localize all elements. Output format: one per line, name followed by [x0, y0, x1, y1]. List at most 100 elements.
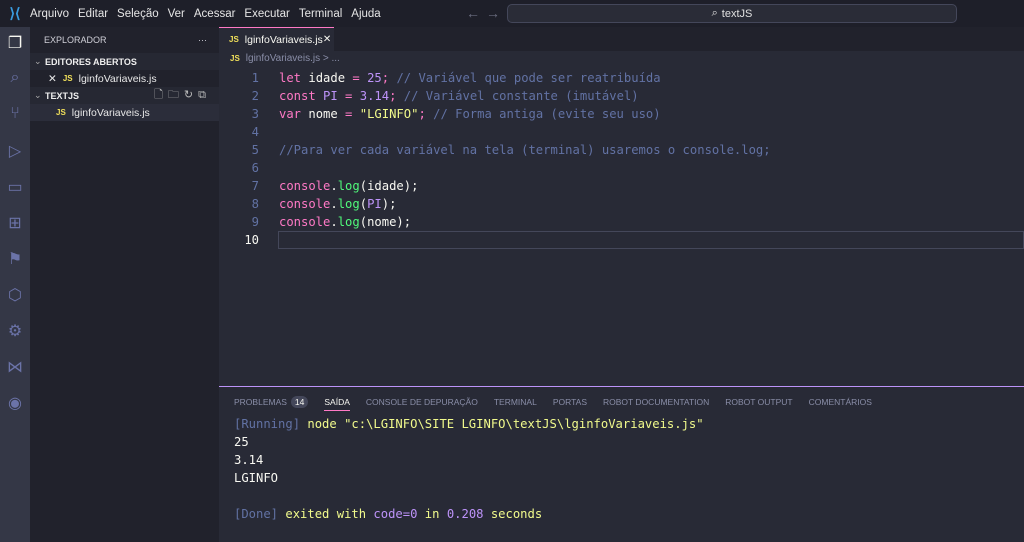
panel-tab[interactable]: SAÍDA [324, 394, 350, 411]
code-token: //Para ver cada variável na tela (termin… [279, 143, 771, 157]
activity-bar: ❐ ⌕ ⑂ ▷ ▭ ⊞ ⚑ ⬡ ⚙ ⋈ ◉ [0, 27, 30, 542]
code-token: ; [389, 89, 404, 103]
code-token: 3.14 [359, 89, 390, 103]
code-token: 25 [367, 71, 382, 85]
menu-4[interactable]: Acessar [194, 8, 236, 20]
panel-tab[interactable]: TERMINAL [494, 397, 537, 407]
code-token: const [279, 89, 324, 103]
explorer-sidebar: EXPLORADOR ··· ⌄ EDITORES ABERTOS ✕ JS lginf… [30, 27, 219, 542]
problems-count-badge: 14 [290, 396, 309, 408]
line-number: 10 [244, 233, 259, 247]
chevron-down-icon: ⌄ [34, 90, 42, 100]
line-number: 8 [251, 197, 259, 211]
remote-explorer-icon[interactable]: ▭ [0, 177, 30, 197]
code-line: 5 //Para ver cada variável na tela (termi… [219, 141, 1024, 159]
menu-6[interactable]: Terminal [299, 8, 342, 20]
search-icon: ⌕ [711, 7, 718, 19]
code-token: = [345, 107, 360, 121]
tab-lginfovariaveis[interactable]: JS lginfoVariaveis.js ✕ [219, 27, 334, 51]
code-token: log [337, 179, 360, 193]
vscode-logo-icon: ⟩⟨ [9, 5, 21, 21]
code-token: . [330, 179, 338, 193]
back-forward-nav[interactable]: ←→ [466, 5, 506, 21]
panel-tab[interactable]: ROBOT OUTPUT [725, 397, 792, 407]
menu-0[interactable]: Arquivo [30, 8, 69, 20]
code-token: console [279, 197, 331, 211]
output-line: 3.14 [234, 453, 264, 467]
panel-tab[interactable]: PROBLEMAS 14 [234, 396, 309, 408]
code-token: "LGINFO" [359, 107, 419, 121]
code-token: ( [359, 197, 368, 211]
menu-2[interactable]: Seleção [117, 8, 159, 20]
new-file-icon[interactable]: 🗋 [154, 89, 168, 101]
code-token: = [345, 89, 360, 103]
code-line: 8 console.log(PI); [219, 195, 1024, 213]
code-token: (idade); [359, 179, 419, 193]
done-line: [Done] exited with code=0 in 0.208 secon… [234, 507, 543, 521]
code-token: PI [367, 197, 382, 211]
code-line: 9 console.log(nome); [219, 213, 1024, 231]
line-number: 3 [251, 107, 259, 121]
menu-7[interactable]: Ajuda [351, 8, 380, 20]
code-token: log [337, 215, 360, 229]
code-token: PI [323, 89, 346, 103]
code-line: 6 [219, 159, 1024, 177]
collapse-all-icon[interactable]: ⧉ [198, 89, 211, 101]
new-folder-icon[interactable]: 🗀 [168, 89, 184, 101]
menu-5[interactable]: Executar [244, 8, 289, 20]
more-actions-button[interactable]: ··· [198, 35, 207, 45]
file-item[interactable]: JS lginfoVariaveis.js [30, 104, 219, 121]
output-line: LGINFO [234, 471, 279, 485]
open-editors-section[interactable]: ⌄ EDITORES ABERTOS [30, 53, 219, 70]
editor-tabs: JS lginfoVariaveis.js ✕ [219, 27, 1024, 51]
js-file-icon: JS [56, 108, 66, 117]
line-number: 4 [251, 125, 259, 139]
sidebar-title: EXPLORADOR [44, 35, 107, 45]
explorer-icon[interactable]: ❐ [0, 33, 30, 53]
extensions-icon[interactable]: ⊞ [0, 213, 30, 233]
source-control-icon[interactable]: ⑂ [0, 105, 30, 123]
python-icon[interactable]: ⚙ [0, 321, 30, 341]
panel-tab[interactable]: CONSOLE DE DEPURAÇÃO [366, 397, 478, 407]
code-token: (nome); [359, 215, 412, 229]
running-line: [Running] node "c:\LGINFO\SITE LGINFO\te… [234, 417, 704, 431]
close-icon[interactable]: ✕ [48, 73, 57, 85]
line-number: 2 [251, 89, 259, 103]
code-editor[interactable]: 1 let idade = 25; // Variável que pode se… [219, 69, 1024, 249]
close-tab-icon[interactable]: ✕ [323, 34, 331, 45]
code-token: nome [308, 107, 346, 121]
panel-tab[interactable]: PORTAS [553, 397, 587, 407]
line-number: 6 [251, 161, 259, 175]
code-line: 10 [219, 231, 1024, 249]
visual-studio-icon[interactable]: ⋈ [0, 357, 30, 377]
menu-1[interactable]: Editar [78, 8, 108, 20]
code-token: ; [418, 107, 434, 121]
panel-tab[interactable]: ROBOT DOCUMENTATION [603, 397, 709, 407]
folder-section[interactable]: ⌄ TEXTJS 🗋🗀↻⧉ [30, 87, 219, 104]
search-icon[interactable]: ⌕ [0, 69, 30, 87]
command-center-search[interactable]: ⌕ textJS [507, 4, 957, 23]
code-token: let [279, 71, 309, 85]
code-token: ); [381, 197, 397, 211]
title-bar: ⟩⟨ Arquivo Editar Seleção Ver Acessar Executa… [0, 0, 1024, 27]
code-token: // Variável que pode ser reatribuída [396, 71, 661, 85]
code-token: log [337, 197, 360, 211]
refresh-icon[interactable]: ↻ [184, 89, 198, 101]
code-line: 1 let idade = 25; // Variável que pode se… [219, 69, 1024, 87]
menu-bar: Arquivo Editar Seleção Ver Acessar Executar Te… [30, 8, 390, 20]
breadcrumb[interactable]: JS lginfoVariaveis.js > ... [230, 53, 340, 64]
js-file-icon: JS [229, 35, 239, 44]
bookmarks-icon[interactable]: ⚑ [0, 249, 30, 269]
open-editor-item[interactable]: ✕ JS lginfoVariaveis.js [30, 70, 219, 87]
code-token: idade [308, 71, 353, 85]
menu-3[interactable]: Ver [168, 8, 185, 20]
run-debug-icon[interactable]: ▷ [0, 141, 30, 161]
code-token: . [330, 215, 338, 229]
panel-tab[interactable]: COMENTÁRIOS [809, 397, 872, 407]
robot-icon[interactable]: ⬡ [0, 285, 30, 305]
js-file-icon: JS [62, 74, 73, 83]
line-number: 9 [251, 215, 259, 229]
js-file-icon: JS [230, 54, 240, 63]
github-icon[interactable]: ◉ [0, 393, 30, 413]
code-token: // Forma antiga (evite seu uso) [433, 107, 661, 121]
